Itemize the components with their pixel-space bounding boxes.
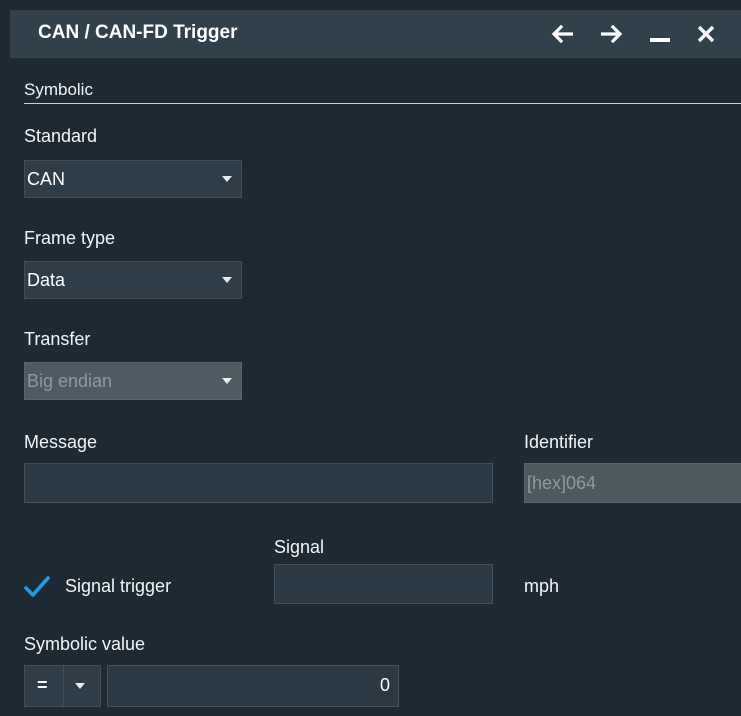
chevron-down-icon	[75, 683, 85, 689]
message-input[interactable]	[24, 463, 493, 503]
forward-arrow-icon[interactable]	[596, 16, 628, 52]
symbolic-value-value: 0	[379, 675, 390, 695]
section-label: Symbolic	[24, 80, 93, 99]
transfer-label: Transfer	[24, 329, 91, 349]
transfer-value: Big endian	[27, 371, 113, 391]
chevron-down-icon	[222, 277, 232, 283]
standard-dropdown[interactable]: CAN	[24, 160, 242, 198]
frame-type-dropdown[interactable]: Data	[24, 261, 242, 299]
checkmark-icon	[24, 576, 50, 597]
chevron-down-icon	[222, 378, 232, 384]
close-icon[interactable]	[690, 16, 722, 52]
frame-type-value: Data	[27, 270, 66, 290]
chevron-down-icon	[222, 176, 232, 182]
operator-value: =	[37, 675, 48, 695]
standard-value: CAN	[27, 169, 66, 189]
signal-unit: mph	[524, 576, 560, 596]
signal-trigger-checkbox[interactable]	[24, 574, 50, 600]
signal-input[interactable]	[274, 564, 493, 604]
section-divider	[24, 103, 741, 104]
frame-type-label: Frame type	[24, 228, 116, 248]
minimize-icon[interactable]	[644, 16, 676, 52]
message-label: Message	[24, 432, 98, 452]
back-arrow-icon[interactable]	[546, 16, 578, 52]
signal-trigger-label[interactable]: Signal trigger	[65, 576, 171, 597]
operator-dropdown[interactable]: =	[24, 665, 101, 707]
identifier-value: [hex]064	[527, 473, 597, 493]
signal-label: Signal	[274, 537, 325, 557]
symbolic-value-label: Symbolic value	[24, 634, 146, 654]
identifier-label: Identifier	[524, 432, 594, 452]
title-bar[interactable]: CAN / CAN-FD Trigger	[10, 10, 741, 58]
symbolic-value-input[interactable]: 0	[107, 665, 399, 707]
standard-label: Standard	[24, 126, 98, 146]
transfer-dropdown: Big endian	[24, 362, 242, 400]
identifier-input: [hex]064	[524, 463, 741, 503]
operator-separator	[63, 666, 64, 706]
window-title: CAN / CAN-FD Trigger	[38, 22, 238, 43]
